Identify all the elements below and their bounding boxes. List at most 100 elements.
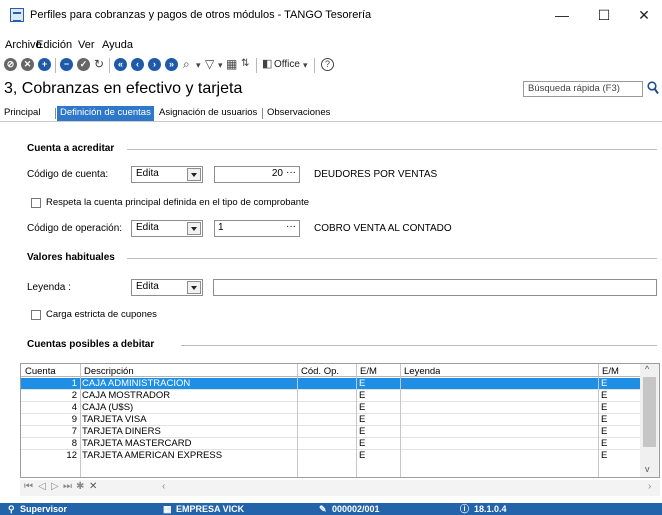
grid-icon[interactable]: ▦ — [226, 57, 237, 71]
cell-em[interactable]: E — [357, 414, 399, 425]
column-header-leyenda[interactable]: Leyenda — [402, 366, 440, 377]
cell-em-leyenda[interactable]: E — [599, 450, 639, 461]
delete-icon[interactable]: − — [60, 58, 73, 71]
codigo-cuenta-field[interactable]: 20 ··· — [214, 166, 300, 183]
minimize-button[interactable]: — — [542, 4, 582, 26]
cell-cuenta[interactable]: 9 — [21, 414, 79, 425]
cell-em[interactable]: E — [357, 426, 399, 437]
cell-descripcion[interactable]: CAJA (U$S) — [80, 402, 296, 413]
dropdown-icon[interactable]: ▾ — [303, 60, 308, 71]
column-header-cuenta[interactable]: Cuenta — [23, 366, 56, 377]
chevron-down-icon[interactable] — [187, 281, 201, 294]
cancel-icon[interactable]: ⊘ — [4, 58, 17, 71]
leyenda-mode-select[interactable]: Edita — [131, 279, 203, 296]
quick-search-input[interactable]: Búsqueda rápida (F3) — [523, 81, 643, 97]
chevron-down-icon[interactable] — [187, 222, 201, 235]
cell-cod-op[interactable] — [298, 450, 355, 461]
last-record-icon[interactable]: » — [165, 58, 178, 71]
cell-descripcion[interactable]: TARJETA MASTERCARD — [80, 438, 296, 449]
refresh-icon[interactable]: ↻ — [94, 57, 104, 71]
cell-leyenda[interactable] — [401, 426, 597, 437]
cell-cuenta[interactable]: 1 — [21, 378, 79, 389]
office-menu-button[interactable]: Office — [274, 59, 300, 70]
search-icon[interactable] — [647, 81, 659, 95]
insert-row-icon[interactable]: ✱ — [76, 481, 84, 492]
save-icon[interactable]: ✓ — [77, 58, 90, 71]
prev-row-icon[interactable]: ◁ — [38, 481, 46, 492]
scroll-left-icon[interactable]: ‹ — [162, 481, 165, 492]
cell-em-leyenda[interactable]: E — [599, 426, 639, 437]
table-row[interactable]: 1 CAJA ADMINISTRACION E E — [21, 378, 641, 389]
add-icon[interactable]: + — [38, 58, 51, 71]
column-header-em-leyenda[interactable]: E/M — [600, 366, 619, 377]
cell-descripcion[interactable]: TARJETA VISA — [80, 414, 296, 425]
lookup-icon[interactable]: ··· — [286, 221, 296, 232]
cell-leyenda[interactable] — [401, 402, 597, 413]
menu-edicion[interactable]: Edición — [36, 39, 72, 51]
chevron-up-icon[interactable]: ^ — [645, 364, 649, 374]
first-record-icon[interactable]: « — [114, 58, 127, 71]
carga-estricta-checkbox[interactable] — [31, 310, 41, 320]
cell-cod-op[interactable] — [298, 378, 355, 389]
column-header-em[interactable]: E/M — [358, 366, 377, 377]
last-row-icon[interactable]: ⏭ — [63, 481, 72, 492]
cell-cuenta[interactable]: 12 — [21, 450, 79, 461]
codigo-operacion-field[interactable]: 1 ··· — [214, 220, 300, 237]
grid-scroll-thumb[interactable] — [643, 377, 656, 447]
cell-cod-op[interactable] — [298, 414, 355, 425]
cell-leyenda[interactable] — [401, 390, 597, 401]
codigo-operacion-mode-select[interactable]: Edita — [131, 220, 203, 237]
cell-em[interactable]: E — [357, 450, 399, 461]
cell-em-leyenda[interactable]: E — [599, 438, 639, 449]
cell-leyenda[interactable] — [401, 450, 597, 461]
chevron-down-icon[interactable]: v — [645, 464, 650, 474]
cell-cuenta[interactable]: 8 — [21, 438, 79, 449]
table-row[interactable]: 2 CAJA MOSTRADOR E E — [21, 390, 641, 401]
office-icon[interactable]: ◧ — [262, 57, 272, 70]
codigo-cuenta-mode-select[interactable]: Edita — [131, 166, 203, 183]
tab-definicion-cuentas[interactable]: Definición de cuentas — [57, 106, 154, 121]
dropdown-icon[interactable]: ▾ — [218, 60, 223, 71]
cell-em-leyenda[interactable]: E — [599, 414, 639, 425]
cell-cod-op[interactable] — [298, 390, 355, 401]
menu-ayuda[interactable]: Ayuda — [102, 39, 133, 51]
cell-em-leyenda[interactable]: E — [599, 402, 639, 413]
cell-descripcion[interactable]: TARJETA DINERS — [80, 426, 296, 437]
sort-icon[interactable]: ⇅ — [241, 58, 249, 69]
column-header-descripcion[interactable]: Descripción — [82, 366, 134, 377]
close-button[interactable]: ✕ — [624, 4, 662, 26]
table-row[interactable]: 4 CAJA (U$S) E E — [21, 402, 641, 413]
next-row-icon[interactable]: ▷ — [51, 481, 59, 492]
tab-principal[interactable]: Principal — [1, 106, 43, 121]
cell-cuenta[interactable]: 7 — [21, 426, 79, 437]
cell-leyenda[interactable] — [401, 438, 597, 449]
chevron-down-icon[interactable] — [187, 168, 201, 181]
cell-cod-op[interactable] — [298, 426, 355, 437]
cell-cuenta[interactable]: 4 — [21, 402, 79, 413]
cell-leyenda[interactable] — [401, 378, 597, 389]
column-header-cod-op[interactable]: Cód. Op. — [299, 366, 339, 377]
next-record-icon[interactable]: › — [148, 58, 161, 71]
scroll-right-icon[interactable]: › — [648, 481, 651, 492]
dropdown-icon[interactable]: ▾ — [196, 60, 201, 71]
cell-leyenda[interactable] — [401, 414, 597, 425]
table-row[interactable]: 8 TARJETA MASTERCARD E E — [21, 438, 641, 449]
filter-icon[interactable]: ▽ — [205, 57, 214, 71]
cell-em-leyenda[interactable]: E — [599, 390, 639, 401]
find-icon[interactable]: ⌕ — [183, 57, 190, 72]
cell-cod-op[interactable] — [298, 402, 355, 413]
maximize-button[interactable]: ☐ — [584, 4, 624, 26]
cell-em[interactable]: E — [357, 438, 399, 449]
table-row[interactable]: 7 TARJETA DINERS E E — [21, 426, 641, 437]
table-row[interactable]: 12 TARJETA AMERICAN EXPRESS E E — [21, 450, 641, 461]
lookup-icon[interactable]: ··· — [286, 167, 296, 178]
menu-ver[interactable]: Ver — [78, 39, 95, 51]
table-row[interactable]: 9 TARJETA VISA E E — [21, 414, 641, 425]
cell-cod-op[interactable] — [298, 438, 355, 449]
prev-record-icon[interactable]: ‹ — [131, 58, 144, 71]
tab-observaciones[interactable]: Observaciones — [264, 106, 333, 121]
cell-em[interactable]: E — [357, 378, 399, 389]
cell-descripcion[interactable]: CAJA ADMINISTRACION — [80, 378, 296, 389]
tab-asignacion-usuarios[interactable]: Asignación de usuarios — [156, 106, 260, 121]
cell-descripcion[interactable]: TARJETA AMERICAN EXPRESS — [80, 450, 296, 461]
